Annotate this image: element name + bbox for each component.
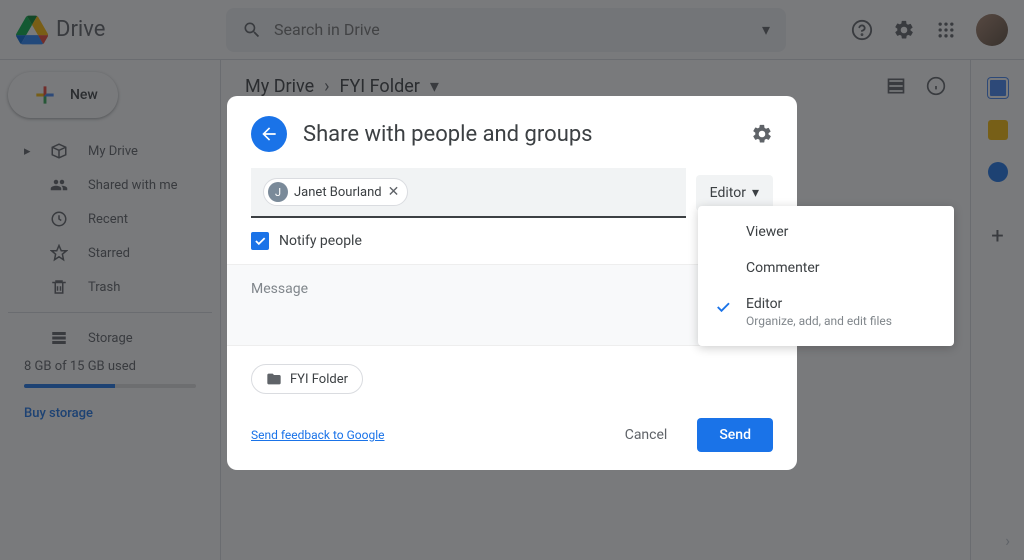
chevron-right-icon[interactable]: ›	[1005, 531, 1010, 550]
dialog-title: Share with people and groups	[303, 122, 593, 147]
avatar-initial: J	[268, 182, 288, 202]
notify-checkbox[interactable]	[251, 232, 269, 250]
role-option-viewer[interactable]: Viewer	[698, 214, 954, 250]
notify-label: Notify people	[279, 233, 362, 249]
recipient-input[interactable]: J Janet Bourland ✕	[251, 168, 686, 218]
role-option-label: Editor	[746, 296, 782, 312]
message-placeholder: Message	[251, 281, 308, 297]
role-option-desc: Organize, add, and edit files	[746, 314, 892, 328]
role-option-label: Commenter	[746, 260, 820, 276]
recipient-name: Janet Bourland	[294, 185, 382, 200]
attachment-name: FYI Folder	[290, 372, 348, 387]
send-button[interactable]: Send	[697, 418, 773, 452]
cancel-button[interactable]: Cancel	[605, 418, 688, 452]
role-dropdown-menu: Viewer Commenter Editor Organize, add, a…	[698, 206, 954, 346]
role-option-label: Viewer	[746, 224, 788, 240]
remove-recipient-icon[interactable]: ✕	[388, 184, 400, 200]
role-option-commenter[interactable]: Commenter	[698, 250, 954, 286]
attachment-chip: FYI Folder	[251, 364, 363, 394]
back-button[interactable]	[251, 116, 287, 152]
recipient-chip[interactable]: J Janet Bourland ✕	[263, 178, 408, 206]
caret-down-icon: ▾	[752, 185, 759, 201]
feedback-link[interactable]: Send feedback to Google	[251, 428, 385, 442]
folder-icon	[266, 371, 282, 387]
check-icon	[714, 298, 732, 316]
dialog-settings-icon[interactable]	[751, 123, 773, 145]
role-selected: Editor	[710, 185, 746, 201]
role-option-editor[interactable]: Editor Organize, add, and edit files	[698, 286, 954, 338]
